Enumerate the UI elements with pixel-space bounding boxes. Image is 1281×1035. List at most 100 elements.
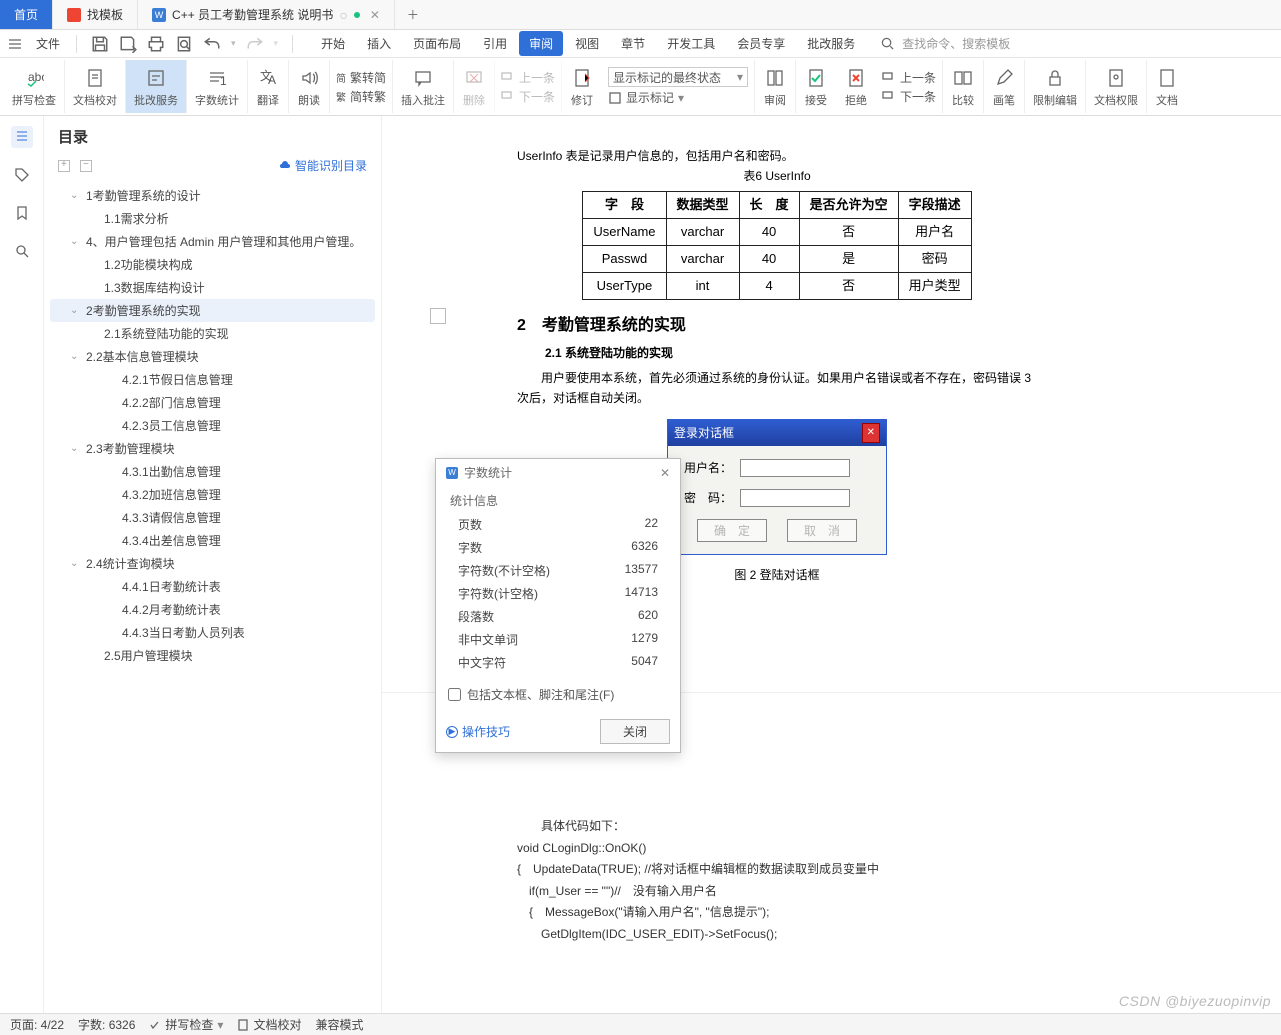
toc-item[interactable]: ⌄1考勤管理系统的设计 [50, 184, 375, 207]
close-icon[interactable]: ✕ [370, 8, 380, 22]
toc-item[interactable]: ⌄2考勤管理系统的实现 [50, 299, 375, 322]
tab-vip[interactable]: 会员专享 [727, 31, 795, 56]
toc-item[interactable]: 4.2.1节假日信息管理 [50, 368, 375, 391]
proofread-status[interactable]: 文档校对 [237, 1016, 301, 1033]
toc-item[interactable]: 4.4.3当日考勤人员列表 [50, 621, 375, 644]
toc-item[interactable]: 1.1需求分析 [50, 207, 375, 230]
restrict-edit-button[interactable]: 限制编辑 [1025, 60, 1086, 113]
saveas-icon[interactable] [119, 35, 137, 53]
toc-item[interactable]: ⌄2.4统计查询模块 [50, 552, 375, 575]
file-menu[interactable]: 文件 [28, 35, 68, 52]
print-preview-icon[interactable] [175, 35, 193, 53]
reject-button[interactable]: 拒绝 [836, 60, 876, 113]
templates-tab[interactable]: 找模板 [53, 0, 138, 29]
translate-button[interactable]: 文A翻译 [248, 60, 289, 113]
tab-insert[interactable]: 插入 [357, 31, 401, 56]
login-dialog-figure: 登录对话框✕ 用户名： 密 码： 确 定取 消 [667, 419, 887, 555]
tab-correction[interactable]: 批改服务 [797, 31, 865, 56]
rail-toc-icon[interactable] [11, 126, 33, 148]
undo-icon[interactable] [203, 35, 221, 53]
toc-item[interactable]: 4.3.3请假信息管理 [50, 506, 375, 529]
redo-dropdown-icon[interactable]: ▾ [274, 38, 279, 49]
unsaved-icon: ○ [339, 7, 347, 23]
insert-comment-label: 插入批注 [401, 92, 445, 108]
simp-to-trad-button[interactable]: 繁简转繁 [336, 88, 386, 105]
collapse-all-icon[interactable]: − [80, 160, 92, 172]
page-indicator[interactable]: 页面: 4/22 [10, 1016, 64, 1033]
print-icon[interactable] [147, 35, 165, 53]
hamburger-icon[interactable] [8, 37, 22, 51]
toc-item[interactable]: 4.3.2加班信息管理 [50, 483, 375, 506]
review-pane-button[interactable]: 审阅 [755, 60, 796, 113]
command-search[interactable]: 查找命令、搜索模板 [881, 35, 1010, 52]
compare-button[interactable]: 比较 [943, 60, 984, 113]
toc-item[interactable]: 4.3.4出差信息管理 [50, 529, 375, 552]
toc-item-label: 2.2基本信息管理模块 [86, 348, 199, 365]
toc-item[interactable]: ⌄2.3考勤管理模块 [50, 437, 375, 460]
doc-more-label: 文档 [1156, 92, 1178, 108]
new-tab-button[interactable]: ＋ [395, 0, 431, 29]
toc-item[interactable]: 2.5用户管理模块 [50, 644, 375, 667]
insert-comment-button[interactable]: 插入批注 [393, 60, 454, 113]
toc-item-label: 4.2.1节假日信息管理 [122, 371, 233, 388]
toc-list[interactable]: ⌄1考勤管理系统的设计1.1需求分析⌄4、用户管理包括 Admin 用户管理和其… [44, 182, 381, 1013]
expand-all-icon[interactable]: + [58, 160, 70, 172]
rail-search-icon[interactable] [11, 240, 33, 262]
rail-bookmark-icon[interactable] [11, 202, 33, 224]
toc-item[interactable]: ⌄4、用户管理包括 Admin 用户管理和其他用户管理。 [50, 230, 375, 253]
track-display-group: 显示标记的最终状态▾ 显示标记▾ [602, 60, 755, 113]
undo-dropdown-icon[interactable]: ▾ [231, 38, 236, 49]
toc-item[interactable]: 2.1系统登陆功能的实现 [50, 322, 375, 345]
track-changes-button[interactable]: 修订 [562, 60, 602, 113]
doc-more-button[interactable]: 文档 [1147, 60, 1187, 113]
display-mode-select[interactable]: 显示标记的最终状态▾ [608, 67, 748, 87]
toc-item[interactable]: 4.4.2月考勤统计表 [50, 598, 375, 621]
tab-devtools[interactable]: 开发工具 [657, 31, 725, 56]
smart-toc-button[interactable]: 智能识别目录 [279, 157, 367, 174]
accept-label: 接受 [805, 92, 827, 108]
document-tab[interactable]: W C++ 员工考勤管理系统 说明书 ○ ✕ [138, 0, 395, 29]
home-tab[interactable]: 首页 [0, 0, 53, 29]
toc-item[interactable]: 4.2.2部门信息管理 [50, 391, 375, 414]
tab-review[interactable]: 审阅 [519, 31, 563, 56]
tab-chapter[interactable]: 章节 [611, 31, 655, 56]
close-icon[interactable]: ✕ [660, 466, 670, 480]
accept-button[interactable]: 接受 [796, 60, 836, 113]
show-markup-button[interactable]: 显示标记▾ [608, 89, 748, 106]
doc-permission-label: 文档权限 [1094, 92, 1138, 108]
doc-permission-button[interactable]: 文档权限 [1086, 60, 1147, 113]
table-caption: 表6 UserInfo [517, 166, 1037, 186]
spellcheck-status[interactable]: 拼写检查▾ [149, 1016, 223, 1033]
read-aloud-button[interactable]: 朗读 [289, 60, 330, 113]
redo-icon[interactable] [246, 35, 264, 53]
tab-layout[interactable]: 页面布局 [403, 31, 471, 56]
comment-nav-group: 上一条 下一条 [495, 60, 562, 113]
tab-start[interactable]: 开始 [311, 31, 355, 56]
tab-reference[interactable]: 引用 [473, 31, 517, 56]
save-icon[interactable] [91, 35, 109, 53]
review-service-button[interactable]: 批改服务 [126, 60, 187, 113]
prev-change-button[interactable]: 上一条 [882, 69, 936, 86]
next-change-button[interactable]: 下一条 [882, 88, 936, 105]
toc-tools: + − 智能识别目录 [44, 153, 381, 182]
toc-item[interactable]: 4.3.1出勤信息管理 [50, 460, 375, 483]
chevron-down-icon: ⌄ [70, 236, 82, 247]
proofread-button[interactable]: 文档校对 [65, 60, 126, 113]
spellcheck-button[interactable]: abc拼写检查 [4, 60, 65, 113]
toc-item[interactable]: 4.4.1日考勤统计表 [50, 575, 375, 598]
close-button[interactable]: 关闭 [600, 719, 670, 744]
trad-to-simp-button[interactable]: 简繁转简 [336, 69, 386, 86]
toc-item[interactable]: 1.2功能模块构成 [50, 253, 375, 276]
pen-button[interactable]: 画笔 [984, 60, 1025, 113]
include-textbox-checkbox[interactable]: 包括文本框、脚注和尾注(F) [436, 678, 680, 711]
rail-tag-icon[interactable] [11, 164, 33, 186]
tab-view[interactable]: 视图 [565, 31, 609, 56]
wordcount-button[interactable]: 123字数统计 [187, 60, 248, 113]
checkbox-input[interactable] [448, 688, 461, 701]
tips-link[interactable]: ▶操作技巧 [446, 723, 510, 740]
toc-item[interactable]: 1.3数据库结构设计 [50, 276, 375, 299]
prev-comment-button: 上一条 [501, 69, 555, 86]
toc-item[interactable]: ⌄2.2基本信息管理模块 [50, 345, 375, 368]
wordcount-indicator[interactable]: 字数: 6326 [78, 1016, 135, 1033]
toc-item[interactable]: 4.2.3员工信息管理 [50, 414, 375, 437]
